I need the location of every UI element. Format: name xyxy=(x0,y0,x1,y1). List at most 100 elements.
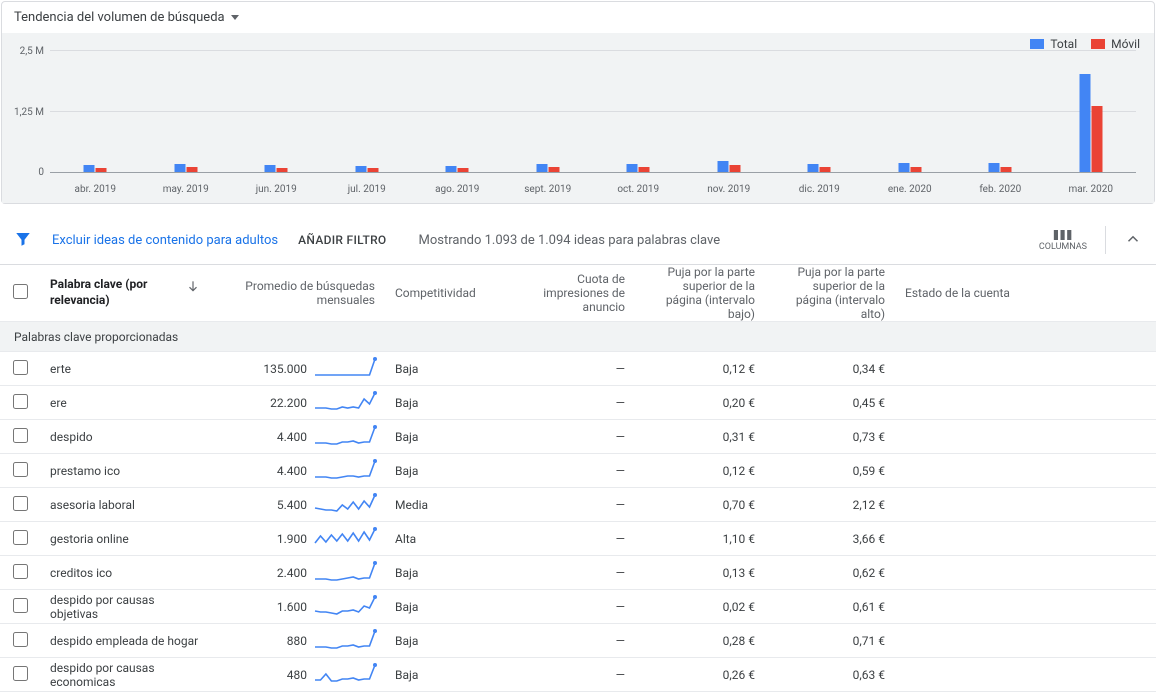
cell-account-status xyxy=(895,386,1156,420)
cell-impression-share: — xyxy=(510,556,635,590)
col-header-avg-searches[interactable]: Promedio de búsquedas mensuales xyxy=(210,265,385,322)
bar xyxy=(186,167,197,172)
cell-high-bid: 0,34 € xyxy=(765,352,895,386)
cell-high-bid: 0,73 € xyxy=(765,420,895,454)
sort-arrow-icon[interactable] xyxy=(186,277,200,296)
cell-impression-share: — xyxy=(510,522,635,556)
table-row: asesoria laboral5.400Media—0,70 €2,12 € xyxy=(0,488,1156,522)
row-checkbox[interactable] xyxy=(13,530,28,545)
cell-high-bid: 3,66 € xyxy=(765,522,895,556)
cell-keyword: creditos ico xyxy=(40,556,210,590)
columns-label: COLUMNAS xyxy=(1039,242,1087,252)
col-header-impression-share[interactable]: Cuota de impresiones de anuncio xyxy=(510,265,635,322)
select-all-checkbox[interactable] xyxy=(13,284,28,299)
bar xyxy=(989,163,1000,172)
bar-group xyxy=(774,51,865,172)
bar xyxy=(729,165,740,172)
cell-impression-share: — xyxy=(510,386,635,420)
sparkline xyxy=(315,528,375,550)
bar-group xyxy=(955,51,1046,172)
bar xyxy=(898,163,909,172)
exclude-adult-link[interactable]: Excluir ideas de contenido para adultos xyxy=(52,233,278,248)
add-filter-button[interactable]: AÑADIR FILTRO xyxy=(298,233,386,247)
cell-account-status xyxy=(895,658,1156,692)
section-label: Palabras clave proporcionadas xyxy=(0,322,1156,352)
cell-low-bid: 0,13 € xyxy=(635,556,765,590)
cell-avg-searches: 1.900 xyxy=(210,522,385,556)
dropdown-arrow-icon[interactable] xyxy=(231,15,239,20)
bar xyxy=(446,166,457,172)
row-checkbox[interactable] xyxy=(13,496,28,511)
cell-competition: Baja xyxy=(385,386,510,420)
filter-toolbar: Excluir ideas de contenido para adultos … xyxy=(0,216,1156,265)
chart-title-dropdown[interactable]: Tendencia del volumen de búsqueda xyxy=(14,10,225,25)
legend-item-mobile: Móvil xyxy=(1091,37,1140,51)
filter-icon[interactable] xyxy=(14,230,32,251)
bar xyxy=(174,164,185,172)
y-tick: 0 xyxy=(8,167,44,178)
cell-avg-searches: 480 xyxy=(210,658,385,692)
col-header-low-bid[interactable]: Puja por la parte superior de la página … xyxy=(635,265,765,322)
cell-impression-share: — xyxy=(510,420,635,454)
bar xyxy=(265,165,276,172)
table-row: erte135.000Baja—0,12 €0,34 € xyxy=(0,352,1156,386)
table-row: despido empleada de hogar880Baja—0,28 €0… xyxy=(0,624,1156,658)
row-checkbox[interactable] xyxy=(13,428,28,443)
bar-group xyxy=(503,51,594,172)
col-header-account-status[interactable]: Estado de la cuenta xyxy=(895,265,1156,322)
chart-plot: Total Móvil 0 1,25 M 2,5 M abr. 2019may.… xyxy=(2,33,1154,203)
cell-low-bid: 0,28 € xyxy=(635,624,765,658)
bar-group xyxy=(50,51,141,172)
sparkline xyxy=(315,562,375,584)
row-checkbox[interactable] xyxy=(13,598,28,613)
bar-group xyxy=(141,51,232,172)
keywords-table: Palabra clave (por relevancia) Promedio … xyxy=(0,265,1156,692)
cell-avg-searches: 4.400 xyxy=(210,454,385,488)
x-tick-label: nov. 2019 xyxy=(684,184,775,195)
bar-group xyxy=(231,51,322,172)
bar xyxy=(96,168,107,172)
row-checkbox[interactable] xyxy=(13,666,28,681)
cell-high-bid: 0,45 € xyxy=(765,386,895,420)
cell-high-bid: 0,71 € xyxy=(765,624,895,658)
legend-label-mobile: Móvil xyxy=(1111,37,1140,51)
col-header-keyword[interactable]: Palabra clave (por relevancia) xyxy=(50,277,180,308)
x-tick-label: oct. 2019 xyxy=(593,184,684,195)
columns-button[interactable]: COLUMNAS xyxy=(1039,228,1087,252)
col-header-competition[interactable]: Competitividad xyxy=(385,265,510,322)
cell-competition: Media xyxy=(385,488,510,522)
bar xyxy=(84,165,95,172)
collapse-button[interactable] xyxy=(1124,230,1142,251)
row-checkbox[interactable] xyxy=(13,360,28,375)
table-row: despido4.400Baja—0,31 €0,73 € xyxy=(0,420,1156,454)
x-tick-label: dic. 2019 xyxy=(774,184,865,195)
bar xyxy=(355,166,366,172)
bar xyxy=(1079,74,1090,172)
sparkline xyxy=(315,596,375,618)
col-header-high-bid[interactable]: Puja por la parte superior de la página … xyxy=(765,265,895,322)
sparkline xyxy=(315,358,375,380)
cell-account-status xyxy=(895,488,1156,522)
row-checkbox[interactable] xyxy=(13,462,28,477)
row-checkbox[interactable] xyxy=(13,394,28,409)
row-checkbox[interactable] xyxy=(13,564,28,579)
cell-keyword: prestamo ico xyxy=(40,454,210,488)
bar xyxy=(627,164,638,172)
row-checkbox[interactable] xyxy=(13,632,28,647)
cell-keyword: gestoria online xyxy=(40,522,210,556)
cell-impression-share: — xyxy=(510,624,635,658)
y-tick: 1,25 M xyxy=(8,107,44,118)
cell-high-bid: 0,63 € xyxy=(765,658,895,692)
bar xyxy=(639,167,650,172)
legend-swatch-total xyxy=(1030,39,1044,49)
chart-card: Tendencia del volumen de búsqueda Total … xyxy=(1,1,1155,204)
x-tick-label: feb. 2020 xyxy=(955,184,1046,195)
cell-competition: Baja xyxy=(385,624,510,658)
sparkline xyxy=(315,630,375,652)
bar xyxy=(1091,106,1102,172)
bar-group xyxy=(865,51,956,172)
y-tick: 2,5 M xyxy=(8,46,44,57)
bar xyxy=(458,168,469,172)
cell-high-bid: 0,62 € xyxy=(765,556,895,590)
bar xyxy=(367,168,378,172)
